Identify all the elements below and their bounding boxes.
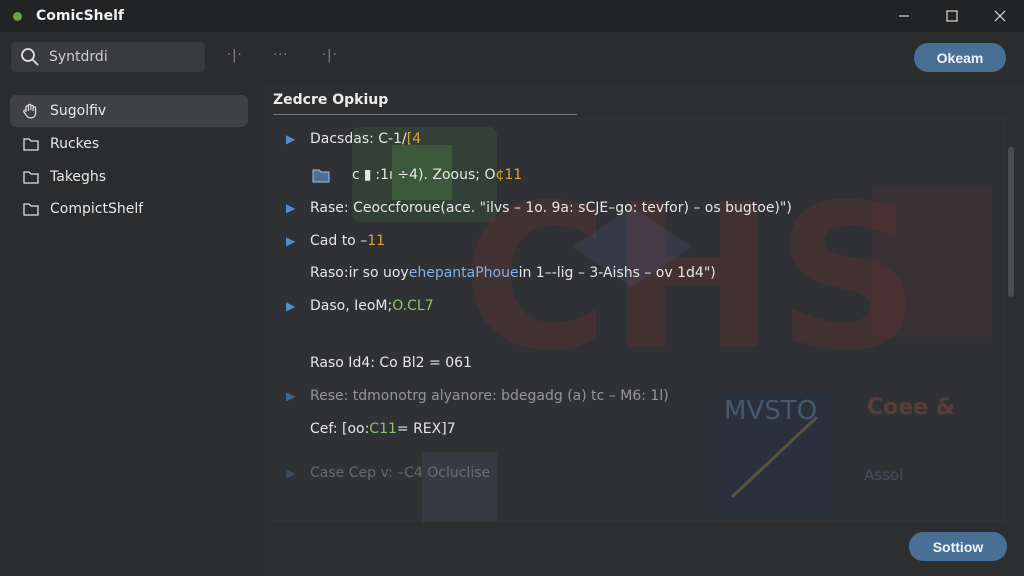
- list-item[interactable]: ▶ Rase: Ceoccforoue(ace. "ilvs – 1o. 9a:…: [272, 197, 792, 219]
- search-icon: [21, 48, 39, 66]
- app-title: ComicShelf: [36, 8, 125, 24]
- sidebar-item-label: CompictShelf: [50, 201, 144, 217]
- more-icon[interactable]: ···: [273, 48, 288, 63]
- expand-arrow-icon[interactable]: ▶: [286, 389, 302, 403]
- art-subtitle: Coee &: [867, 395, 955, 420]
- art-title: MVSTO: [724, 396, 817, 426]
- minimize-icon: [899, 15, 909, 17]
- split-icon[interactable]: ·|·: [227, 48, 243, 63]
- list-item[interactable]: Raso: ir so uoy ehepantaPhoue in 1–-lig …: [272, 262, 716, 284]
- app-window: ComicShelf ·|· ··· ·|· Okeam: [0, 0, 1024, 576]
- list-item[interactable]: c ▮ :1ı ÷4). Zoous; O ¢11: [272, 164, 522, 186]
- list-item[interactable]: ▶ Cad to –11: [272, 230, 385, 252]
- sidebar: Sugolfiv Ruckes Takeghs CompictShelf: [0, 82, 257, 576]
- sidebar-item-takeghs[interactable]: Takeghs: [10, 161, 248, 193]
- file-icon: ▮: [363, 167, 372, 183]
- folder-icon: [22, 168, 40, 186]
- sidebar-item-label: Sugolfiv: [50, 103, 107, 119]
- toolbar: ·|· ··· ·|· Okeam: [0, 32, 1024, 82]
- section-title: Zedcre Opkiup: [273, 92, 389, 108]
- sidebar-item-label: Ruckes: [50, 136, 100, 152]
- window-controls: [880, 0, 1024, 32]
- list-item[interactable]: Cef: [oo: C11 = REX]7: [272, 418, 456, 440]
- app-status-dot-icon: [13, 11, 22, 21]
- expand-arrow-icon[interactable]: ▶: [286, 201, 302, 215]
- close-icon: [994, 10, 1006, 22]
- sidebar-item-sugolfiv[interactable]: Sugolfiv: [10, 95, 248, 127]
- expand-arrow-icon[interactable]: ▶: [286, 234, 302, 248]
- divider-icon[interactable]: ·|·: [322, 48, 338, 63]
- content-panel[interactable]: CHS MVSTO Coee & Assoi ▶ Dacsdas: C-1/[4…: [272, 117, 1007, 522]
- maximize-icon: [946, 10, 958, 22]
- folder-icon: [312, 167, 352, 183]
- hand-icon: [22, 102, 40, 120]
- list-item[interactable]: ▶ Dacsdas: C-1/[4: [272, 128, 421, 150]
- expand-arrow-icon[interactable]: ▶: [286, 299, 302, 313]
- list-item[interactable]: Raso Id4: Co Bl2 = 061: [272, 352, 472, 374]
- folder-icon: [22, 200, 40, 218]
- scrollbar[interactable]: [1008, 117, 1014, 522]
- minimize-button[interactable]: [880, 0, 928, 32]
- sidebar-item-compictshelf[interactable]: CompictShelf: [10, 193, 248, 225]
- list-item[interactable]: ▶ Rese: tdmonotrg alyanore: bdegadg (a) …: [272, 385, 669, 407]
- expand-arrow-icon[interactable]: ▶: [286, 132, 302, 146]
- title-bar: ComicShelf: [0, 0, 1024, 32]
- sidebar-item-label: Takeghs: [50, 169, 107, 185]
- secondary-action-button[interactable]: Sottiow: [909, 532, 1007, 561]
- close-button[interactable]: [976, 0, 1024, 32]
- scroll-thumb[interactable]: [1008, 147, 1014, 297]
- expand-arrow-icon[interactable]: ▶: [286, 466, 302, 480]
- section-divider: [273, 114, 577, 115]
- main-panel: Zedcre Opkiup CHS MVSTO Coee & Assoi ▶ D…: [257, 82, 1024, 576]
- list-item[interactable]: ▶ Case Cep v: –C4 Ocluclise: [272, 462, 490, 484]
- primary-action-button[interactable]: Okeam: [914, 43, 1006, 72]
- list-item[interactable]: ▶ Daso, IeoM; O.CL7: [272, 295, 434, 317]
- maximize-button[interactable]: [928, 0, 976, 32]
- sidebar-item-ruckes[interactable]: Ruckes: [10, 128, 248, 160]
- search-input[interactable]: [47, 48, 201, 66]
- art-caption: Assoi: [864, 466, 903, 484]
- folder-icon: [22, 135, 40, 153]
- search-box[interactable]: [11, 42, 205, 72]
